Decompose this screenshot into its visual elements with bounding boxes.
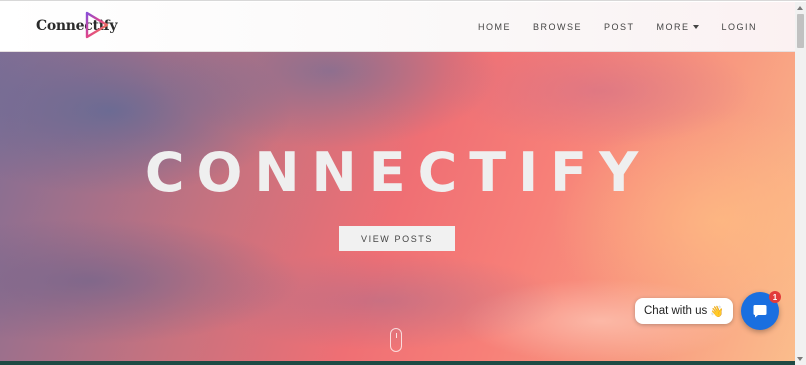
site-header: Connectify HOME BROWSE POST MORE LOGIN xyxy=(0,2,795,52)
footer-strip xyxy=(0,361,795,365)
play-triangle-logo-icon xyxy=(85,11,109,39)
nav-more-label: MORE xyxy=(656,21,690,32)
scroll-down-mouse-icon[interactable] xyxy=(390,328,402,352)
scroll-down-arrow-icon[interactable] xyxy=(797,357,803,361)
nav-post-label: POST xyxy=(603,21,635,32)
waving-hand-icon: 👋 xyxy=(710,305,724,318)
nav-more-dropdown[interactable]: MORE xyxy=(656,21,700,32)
nav-home-label: HOME xyxy=(477,21,511,32)
nav-browse[interactable]: BROWSE xyxy=(533,22,582,32)
chat-bubble-icon xyxy=(753,305,767,318)
chat-prompt-text: Chat with us xyxy=(644,305,708,317)
nav-home[interactable]: HOME xyxy=(478,22,511,32)
main-nav: HOME BROWSE POST MORE LOGIN xyxy=(456,2,757,51)
nav-post[interactable]: POST xyxy=(604,22,635,32)
vertical-scrollbar[interactable] xyxy=(795,2,806,365)
browser-viewport: Connectify HOME BROWSE POST MORE LOGIN C… xyxy=(0,0,806,365)
scrollbar-thumb[interactable] xyxy=(797,14,804,48)
chat-prompt-bubble[interactable]: Chat with us 👋 xyxy=(635,298,733,324)
view-posts-button[interactable]: VIEW POSTS xyxy=(339,226,455,251)
unread-badge: 1 xyxy=(769,291,781,303)
caret-down-icon xyxy=(693,24,700,29)
scroll-up-arrow-icon[interactable] xyxy=(797,6,803,10)
site-logo[interactable]: Connectify xyxy=(36,10,118,42)
hero-title: CONNECTIFY xyxy=(144,141,651,204)
nav-browse-label: BROWSE xyxy=(532,21,582,32)
nav-login[interactable]: LOGIN xyxy=(721,22,757,32)
nav-login-label: LOGIN xyxy=(721,21,757,32)
